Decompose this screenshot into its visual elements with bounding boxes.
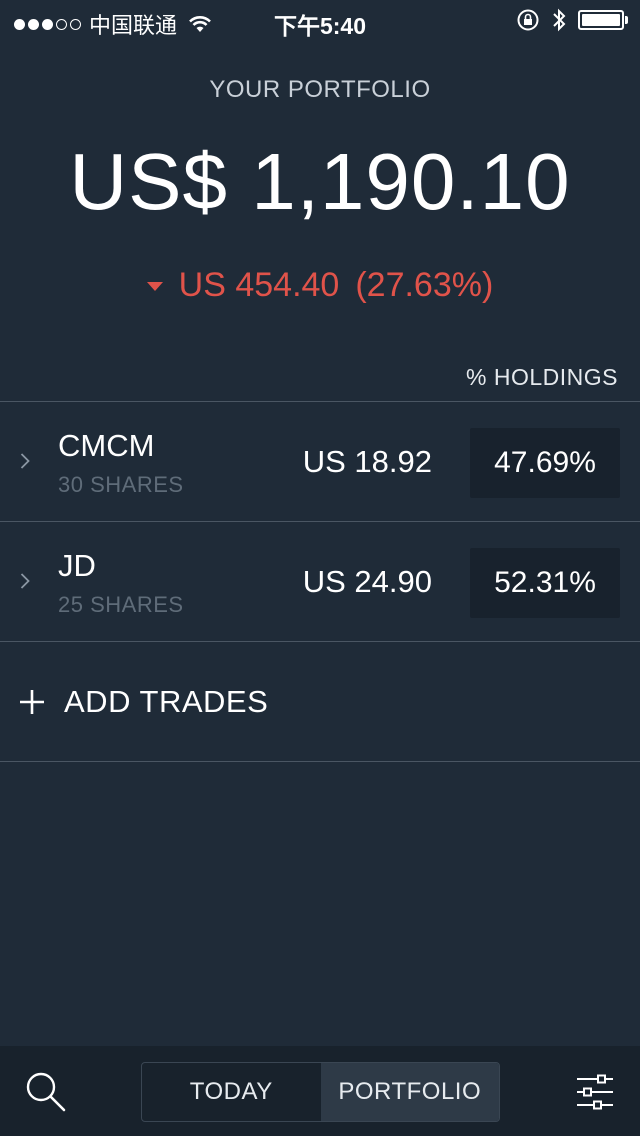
portfolio-change: US 454.40 (27.63%) [0, 266, 640, 305]
change-amount: US 454.40 [178, 266, 340, 304]
battery-icon [578, 10, 628, 30]
portfolio-total-value: US$ 1,190.10 [69, 137, 571, 226]
sliders-icon[interactable] [576, 1074, 614, 1110]
down-arrow-icon [146, 282, 163, 291]
add-trades-label: ADD TRADES [64, 684, 269, 719]
search-icon[interactable] [24, 1070, 68, 1114]
holding-price: US 18.92 [302, 444, 432, 479]
view-segmented-control: TODAY PORTFOLIO [141, 1062, 500, 1122]
holding-symbol: CMCM [58, 428, 155, 463]
holding-row-cmcm[interactable]: CMCM 30 SHARES US 18.92 47.69% [0, 402, 640, 522]
rotation-lock-icon [517, 9, 539, 31]
portfolio-label: YOUR PORTFOLIO [209, 76, 431, 103]
change-percent: (27.63%) [355, 266, 494, 304]
divider [0, 761, 640, 762]
holding-shares: 30 SHARES [58, 472, 184, 497]
add-trades-button[interactable]: ADD TRADES [0, 642, 640, 762]
holdings-column-header[interactable]: % HOLDINGS [466, 364, 618, 391]
bottom-tab-bar: TODAY PORTFOLIO [0, 1046, 640, 1136]
holding-row-jd[interactable]: JD 25 SHARES US 24.90 52.31% [0, 522, 640, 642]
status-bar: 中国联通 下午5:40 [0, 0, 640, 40]
bluetooth-icon [553, 8, 566, 32]
tab-today[interactable]: TODAY [142, 1063, 321, 1121]
holding-price: US 24.90 [302, 564, 432, 599]
holding-percent-button[interactable]: 47.69% [470, 428, 620, 498]
tab-portfolio[interactable]: PORTFOLIO [320, 1063, 499, 1121]
holding-symbol: JD [58, 548, 96, 583]
chevron-right-icon [20, 573, 30, 589]
holding-shares: 25 SHARES [58, 592, 184, 617]
status-bar-right [516, 8, 628, 32]
plus-icon [20, 690, 44, 714]
chevron-right-icon [20, 453, 30, 469]
holding-percent-button[interactable]: 52.31% [470, 548, 620, 618]
